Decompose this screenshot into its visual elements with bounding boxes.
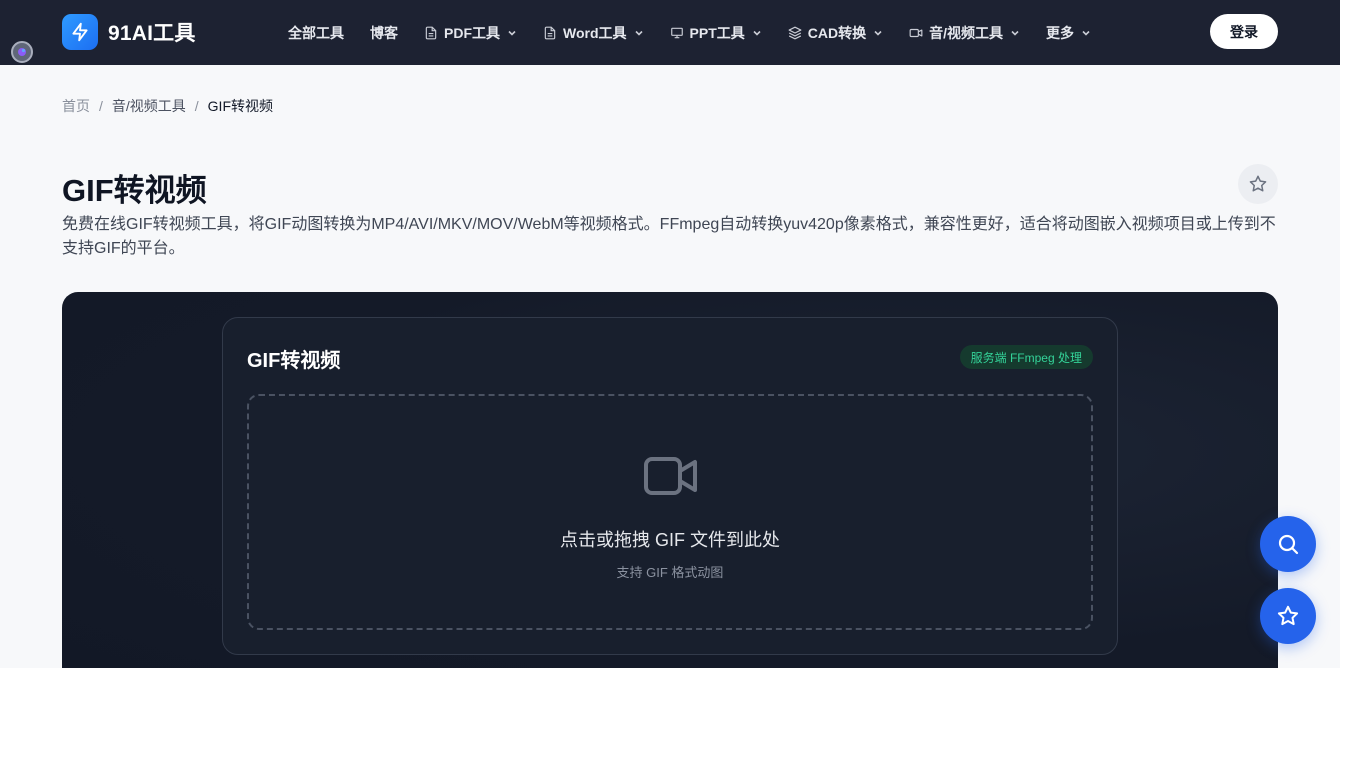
video-camera-icon — [643, 454, 699, 498]
nav-item-ppt-tools[interactable]: PPT工具 — [670, 23, 762, 43]
nav-item-label: 博客 — [370, 24, 398, 41]
site-logo[interactable]: 91AI工具 — [62, 14, 196, 50]
breadcrumb-separator: / — [99, 98, 103, 114]
nav-item-more[interactable]: 更多 — [1046, 23, 1091, 43]
chevron-down-icon — [1010, 28, 1020, 38]
browser-viewport: 91AI工具 全部工具 博客 PDF工具 Word工具 PPT工具 CAD转换 … — [0, 0, 1340, 668]
layers-icon — [788, 26, 802, 40]
nav-item-label: 全部工具 — [288, 24, 344, 41]
nav-item-label: Word工具 — [563, 24, 627, 41]
nav-item-label: 音/视频工具 — [929, 24, 1003, 41]
tool-panel: GIF转视频 服务端 FFmpeg 处理 点击或拖拽 GIF 文件到此处 支持 … — [62, 292, 1278, 668]
login-button[interactable]: 登录 — [1210, 14, 1278, 49]
nav-item-label: CAD转换 — [807, 24, 867, 41]
extension-icon[interactable] — [11, 41, 33, 63]
dropzone-instruction: 点击或拖拽 GIF 文件到此处 — [560, 530, 780, 550]
floating-search-button[interactable] — [1260, 516, 1316, 572]
nav-item-label: 更多 — [1045, 24, 1074, 41]
logo-text: 91AI工具 — [108, 22, 196, 45]
floating-favorite-button[interactable] — [1260, 588, 1316, 644]
file-icon — [424, 26, 438, 40]
page-title: GIF转视频 — [62, 173, 207, 208]
chevron-down-icon — [507, 28, 517, 38]
chevron-down-icon — [634, 28, 644, 38]
tool-card: GIF转视频 服务端 FFmpeg 处理 点击或拖拽 GIF 文件到此处 支持 … — [222, 317, 1118, 655]
breadcrumb-category-link[interactable]: 音/视频工具 — [112, 96, 186, 116]
breadcrumb-current: GIF转视频 — [207, 98, 274, 114]
favorite-button[interactable] — [1238, 164, 1278, 204]
chevron-down-icon — [752, 28, 762, 38]
breadcrumb-home-link[interactable]: 首页 — [62, 96, 90, 116]
nav-item-word-tools[interactable]: Word工具 — [543, 23, 644, 43]
lightning-icon — [62, 14, 98, 50]
video-icon — [909, 26, 923, 40]
tool-card-title: GIF转视频 — [247, 350, 341, 372]
page-description: 免费在线GIF转视频工具，将GIF动图转换为MP4/AVI/MKV/MOV/We… — [62, 216, 1276, 257]
dropzone-format-hint: 支持 GIF 格式动图 — [616, 565, 724, 580]
breadcrumb: 首页 / 音/视频工具 / GIF转视频 — [62, 96, 273, 116]
nav-item-blog[interactable]: 博客 — [370, 23, 398, 43]
nav-item-label: PDF工具 — [444, 24, 500, 41]
nav-item-label: PPT工具 — [689, 24, 745, 41]
nav-item-pdf-tools[interactable]: PDF工具 — [424, 23, 517, 43]
server-processing-badge: 服务端 FFmpeg 处理 — [959, 345, 1093, 369]
search-icon — [1278, 534, 1299, 555]
nav-item-all-tools[interactable]: 全部工具 — [288, 23, 344, 43]
main-nav: 全部工具 博客 PDF工具 Word工具 PPT工具 CAD转换 音/视频工具 … — [288, 0, 1117, 65]
top-navigation-bar: 91AI工具 全部工具 博客 PDF工具 Word工具 PPT工具 CAD转换 … — [0, 0, 1340, 65]
star-icon — [1277, 605, 1299, 626]
nav-item-av-tools[interactable]: 音/视频工具 — [909, 23, 1020, 43]
file-icon — [543, 26, 557, 40]
file-dropzone[interactable]: 点击或拖拽 GIF 文件到此处 支持 GIF 格式动图 — [247, 394, 1093, 630]
nav-item-cad-convert[interactable]: CAD转换 — [788, 23, 883, 43]
chevron-down-icon — [873, 28, 883, 38]
breadcrumb-separator: / — [194, 98, 199, 114]
star-icon — [1249, 175, 1267, 192]
chevron-down-icon — [1081, 28, 1091, 38]
presentation-icon — [670, 26, 684, 40]
